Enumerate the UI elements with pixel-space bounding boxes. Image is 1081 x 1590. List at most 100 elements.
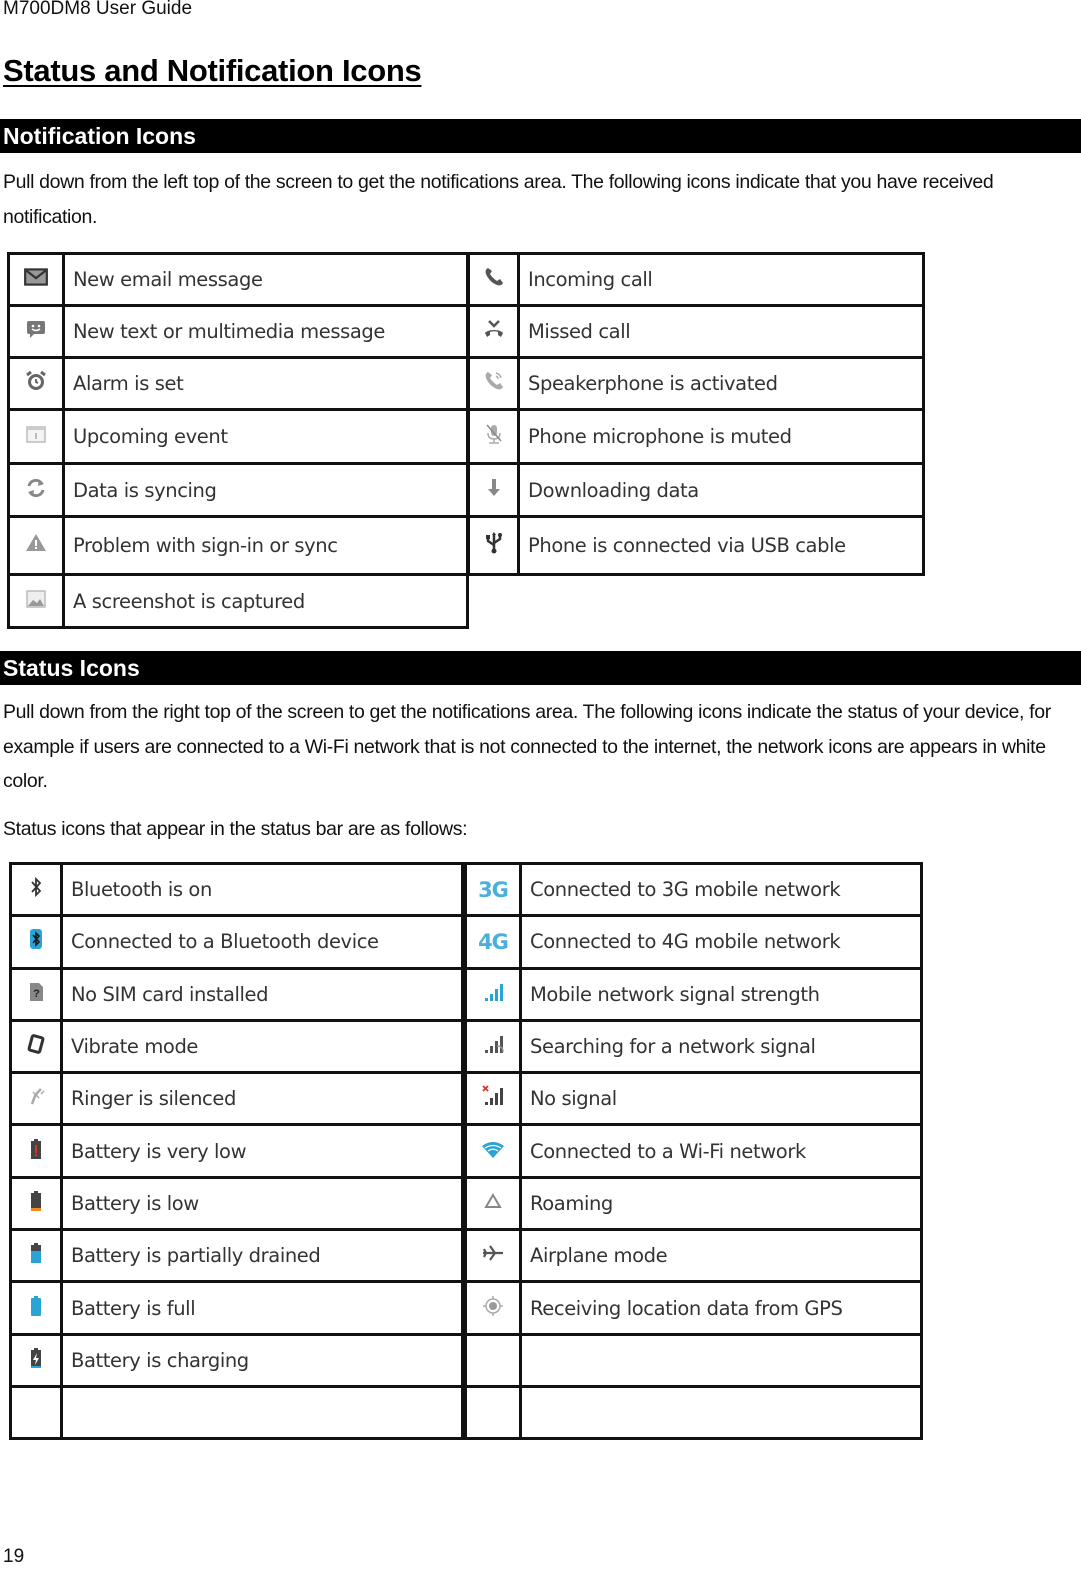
icon-description: Ringer is silenced <box>60 1071 464 1127</box>
icon-cell <box>467 462 520 518</box>
table-row: Speakerphone is activated <box>467 356 925 411</box>
icon-cell <box>9 1280 63 1336</box>
icon-cell <box>464 966 522 1022</box>
icon-description: Problem with sign-in or sync <box>62 515 469 576</box>
text-message-icon <box>24 317 48 346</box>
icon-cell <box>9 1228 63 1284</box>
table-row: A screenshot is captured <box>7 573 469 629</box>
icon-cell <box>464 1071 522 1127</box>
table-row: New email message <box>7 252 469 307</box>
warning-icon <box>24 531 48 560</box>
wifi-icon <box>481 1137 505 1166</box>
roaming-icon <box>481 1189 505 1218</box>
table-row: Incoming call <box>467 252 925 307</box>
icon-cell <box>7 515 65 576</box>
table-row: Missed call <box>467 304 925 359</box>
icon-description: Phone is connected via USB cable <box>517 515 925 576</box>
screenshot-icon <box>24 587 48 616</box>
3g-icon: 3G <box>478 877 509 902</box>
icon-description <box>60 1384 464 1441</box>
calendar-event-icon <box>24 422 48 451</box>
icon-cell <box>467 408 520 465</box>
table-row: Bluetooth is on <box>9 861 464 918</box>
download-icon <box>482 476 506 505</box>
4g-icon: 4G <box>478 929 509 954</box>
icon-cell <box>464 1018 522 1075</box>
table-row: ? No SIM card installed <box>9 966 464 1022</box>
icon-cell <box>9 1175 63 1232</box>
icon-description: Bluetooth is on <box>60 861 464 918</box>
table-row: Battery is full <box>9 1280 464 1336</box>
empty-table-row <box>464 1332 923 1388</box>
icon-description: Speakerphone is activated <box>517 356 925 411</box>
notification-icons-table-left: New email message New text or multimedia … <box>7 252 469 629</box>
email-icon <box>21 264 51 295</box>
icon-cell <box>7 408 65 465</box>
speakerphone-icon <box>482 369 506 398</box>
table-row: Ringer is silenced <box>9 1071 464 1127</box>
vibrate-icon <box>24 1032 48 1061</box>
icon-cell <box>9 1071 63 1127</box>
table-row: Roaming <box>464 1175 923 1232</box>
table-row: Receiving location data from GPS <box>464 1280 923 1336</box>
battery-full-icon <box>24 1294 48 1323</box>
icon-cell <box>7 356 65 411</box>
no-sim-icon: ? <box>24 980 48 1009</box>
empty-table-row <box>464 1384 923 1441</box>
table-row: Battery is very low <box>9 1123 464 1179</box>
table-row: Connected to a Bluetooth device <box>9 914 464 970</box>
icon-description: New text or multimedia message <box>62 304 469 359</box>
icon-description: Data is syncing <box>62 462 469 518</box>
notification-description: Pull down from the left top of the scree… <box>3 171 994 228</box>
status-intro: Status icons that appear in the status b… <box>3 818 468 840</box>
ringer-silenced-icon <box>24 1084 48 1113</box>
airplane-icon <box>481 1241 505 1270</box>
icon-cell <box>464 1175 522 1232</box>
page-number: 19 <box>3 1546 25 1567</box>
incoming-call-icon <box>482 265 506 294</box>
signal-strength-icon <box>481 980 505 1009</box>
icon-description: Connected to a Wi-Fi network <box>519 1123 923 1179</box>
table-row: Alarm is set <box>7 356 469 411</box>
icon-description: Missed call <box>517 304 925 359</box>
alarm-icon <box>24 369 48 398</box>
table-row: New text or multimedia message <box>7 304 469 359</box>
table-row: Downloading data <box>467 462 925 518</box>
icon-description: A screenshot is captured <box>62 573 469 629</box>
table-row: Battery is low <box>9 1175 464 1232</box>
icon-description: Airplane mode <box>519 1228 923 1284</box>
page-title: Status and Notification Icons <box>3 53 422 88</box>
table-row: Battery is partially drained <box>9 1228 464 1284</box>
section-heading-status: Status Icons <box>0 651 1081 685</box>
table-row: Data is syncing <box>7 462 469 518</box>
icon-description: Battery is very low <box>60 1123 464 1179</box>
icon-description: Battery is charging <box>60 1332 464 1388</box>
table-row: Airplane mode <box>464 1228 923 1284</box>
table-row: 4G Connected to 4G mobile network <box>464 914 923 970</box>
missed-call-icon <box>482 317 506 346</box>
empty-table-row <box>9 1384 464 1441</box>
table-row: Searching for a network signal <box>464 1018 923 1075</box>
status-icons-table-right: 3G Connected to 3G mobile network 4G Connec… <box>464 861 923 1441</box>
icon-cell <box>7 462 65 518</box>
gps-icon <box>481 1294 505 1323</box>
icon-description: Vibrate mode <box>60 1018 464 1075</box>
no-signal-icon <box>481 1084 505 1113</box>
bluetooth-icon <box>24 875 48 904</box>
icon-cell <box>464 1228 522 1284</box>
icon-cell <box>467 515 520 576</box>
table-row: Connected to a Wi-Fi network <box>464 1123 923 1179</box>
icon-description: Searching for a network signal <box>519 1018 923 1075</box>
battery-low-icon <box>24 1189 48 1218</box>
signal-searching-icon <box>481 1032 505 1061</box>
icon-cell: 3G <box>464 861 522 918</box>
icon-cell <box>467 356 520 411</box>
status-description: Pull down from the right top of the scre… <box>3 701 1051 792</box>
icon-description: Incoming call <box>517 252 925 307</box>
icon-cell <box>7 252 65 307</box>
icon-cell <box>9 861 63 918</box>
icon-description: Connected to a Bluetooth device <box>60 914 464 970</box>
table-row: Phone microphone is muted <box>467 408 925 465</box>
mic-muted-icon <box>482 422 506 451</box>
notification-icons-table-right: Incoming call Missed call Speakerphone is … <box>467 252 925 576</box>
